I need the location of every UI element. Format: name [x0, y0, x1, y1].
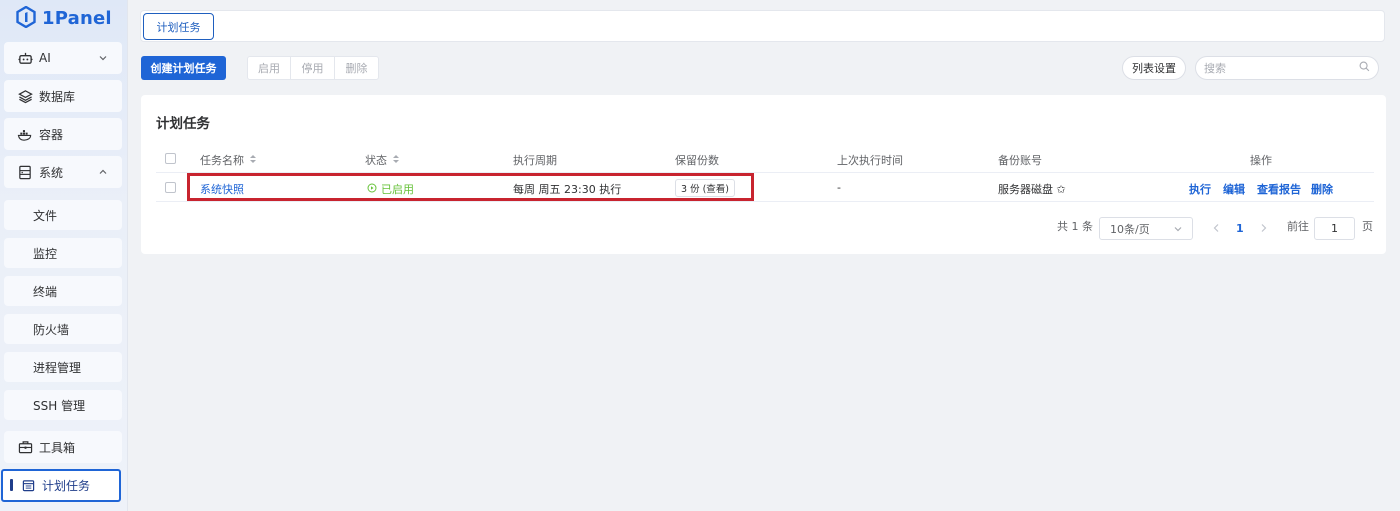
column-header-cycle: 执行周期 [513, 154, 557, 167]
row-checkbox[interactable] [165, 182, 176, 193]
page-number-current[interactable]: 1 [1236, 222, 1244, 235]
batch-action-group: 启用 停用 删除 [247, 56, 379, 80]
chevron-up-icon [98, 166, 108, 180]
column-header-name[interactable]: 任务名称 [200, 152, 257, 168]
sidebar-subitem-ssh[interactable]: SSH 管理 [4, 390, 122, 420]
sidebar-item-container[interactable]: 容器 [4, 118, 122, 150]
sidebar-item-label: 工具箱 [39, 440, 76, 455]
sidebar-item-label: AI [39, 51, 51, 65]
robot-icon [17, 50, 33, 66]
sidebar-item-system[interactable]: 系统 [4, 156, 122, 188]
edit-button[interactable]: 编辑 [1223, 181, 1245, 197]
column-settings-button[interactable]: 列表设置 [1122, 56, 1186, 80]
sidebar-item-label: 系统 [39, 165, 64, 180]
enable-button[interactable]: 启用 [248, 57, 291, 79]
chevron-down-icon [1173, 224, 1183, 237]
panel-logo-icon [16, 5, 36, 31]
prev-page-icon[interactable] [1212, 222, 1220, 236]
chevron-down-icon [98, 52, 108, 66]
goto-suffix: 页 [1362, 220, 1373, 233]
search-input[interactable] [1204, 61, 1359, 75]
sidebar-subitem-files[interactable]: 文件 [4, 200, 122, 230]
select-all-checkbox[interactable] [165, 153, 176, 164]
header-label: 任务名称 [200, 154, 244, 167]
sidebar-item-cronjob[interactable]: 计划任务 [1, 469, 121, 502]
search-icon[interactable] [1359, 61, 1370, 75]
view-report-button[interactable]: 查看报告 [1257, 181, 1301, 197]
card-title: 计划任务 [156, 116, 210, 132]
column-header-status[interactable]: 状态 [365, 152, 400, 168]
logo[interactable]: 1Panel [16, 5, 112, 31]
sidebar-item-database[interactable]: 数据库 [4, 80, 122, 112]
sidebar-item-ai[interactable]: AI [4, 42, 122, 74]
divider [156, 201, 1374, 202]
sidebar-item-label: 容器 [39, 127, 64, 142]
row-delete-button[interactable]: 删除 [1311, 181, 1333, 197]
calendar-icon [20, 478, 36, 494]
goto-prefix: 前往 [1287, 220, 1309, 233]
column-header-account: 备份账号 [998, 154, 1042, 167]
next-page-icon[interactable] [1260, 222, 1268, 236]
sort-icon[interactable] [392, 154, 400, 167]
server-icon [17, 164, 33, 180]
last-run-cell: - [837, 181, 841, 194]
sidebar-item-toolbox[interactable]: 工具箱 [4, 431, 122, 463]
sidebar-subitem-process[interactable]: 进程管理 [4, 352, 122, 382]
tab-cronjob[interactable]: 计划任务 [143, 13, 214, 40]
active-indicator [10, 479, 13, 491]
sidebar: 1Panel AI 数据库 容器 系统 文件 监控 终端 防火墙 进程管理 SS… [0, 0, 128, 511]
create-cronjob-button[interactable]: 创建计划任务 [141, 56, 226, 80]
cronjob-card: 计划任务 任务名称 状态 执行周期 保留份数 上次执行时间 备份账号 操作 系统… [141, 95, 1386, 254]
layers-icon [17, 88, 33, 104]
pagination-total: 共 1 条 [1057, 220, 1093, 233]
sidebar-subitem-terminal[interactable]: 终端 [4, 276, 122, 306]
tab-bar: 计划任务 [140, 10, 1385, 42]
disable-button[interactable]: 停用 [291, 57, 335, 79]
column-header-retain: 保留份数 [675, 154, 719, 167]
sidebar-subitem-firewall[interactable]: 防火墙 [4, 314, 122, 344]
docker-icon [17, 126, 33, 142]
account-cell: 服务器磁盘 ✩ [998, 183, 1066, 196]
search-box [1195, 56, 1379, 80]
sort-icon[interactable] [249, 154, 257, 167]
delete-button[interactable]: 删除 [335, 57, 378, 79]
highlight-box [187, 173, 754, 201]
goto-page-input[interactable]: 1 [1314, 217, 1355, 240]
run-button[interactable]: 执行 [1189, 181, 1211, 197]
sidebar-item-label: 计划任务 [42, 479, 91, 493]
header-label: 状态 [365, 154, 387, 167]
toolbox-icon [17, 439, 33, 455]
page-size-value: 10条/页 [1110, 222, 1150, 236]
column-header-last-run: 上次执行时间 [837, 154, 903, 167]
page-size-select[interactable]: 10条/页 [1099, 217, 1193, 240]
sidebar-subitem-monitor[interactable]: 监控 [4, 238, 122, 268]
sidebar-item-label: 数据库 [39, 89, 76, 104]
logo-text: 1Panel [42, 7, 112, 29]
column-header-actions: 操作 [1250, 154, 1272, 167]
